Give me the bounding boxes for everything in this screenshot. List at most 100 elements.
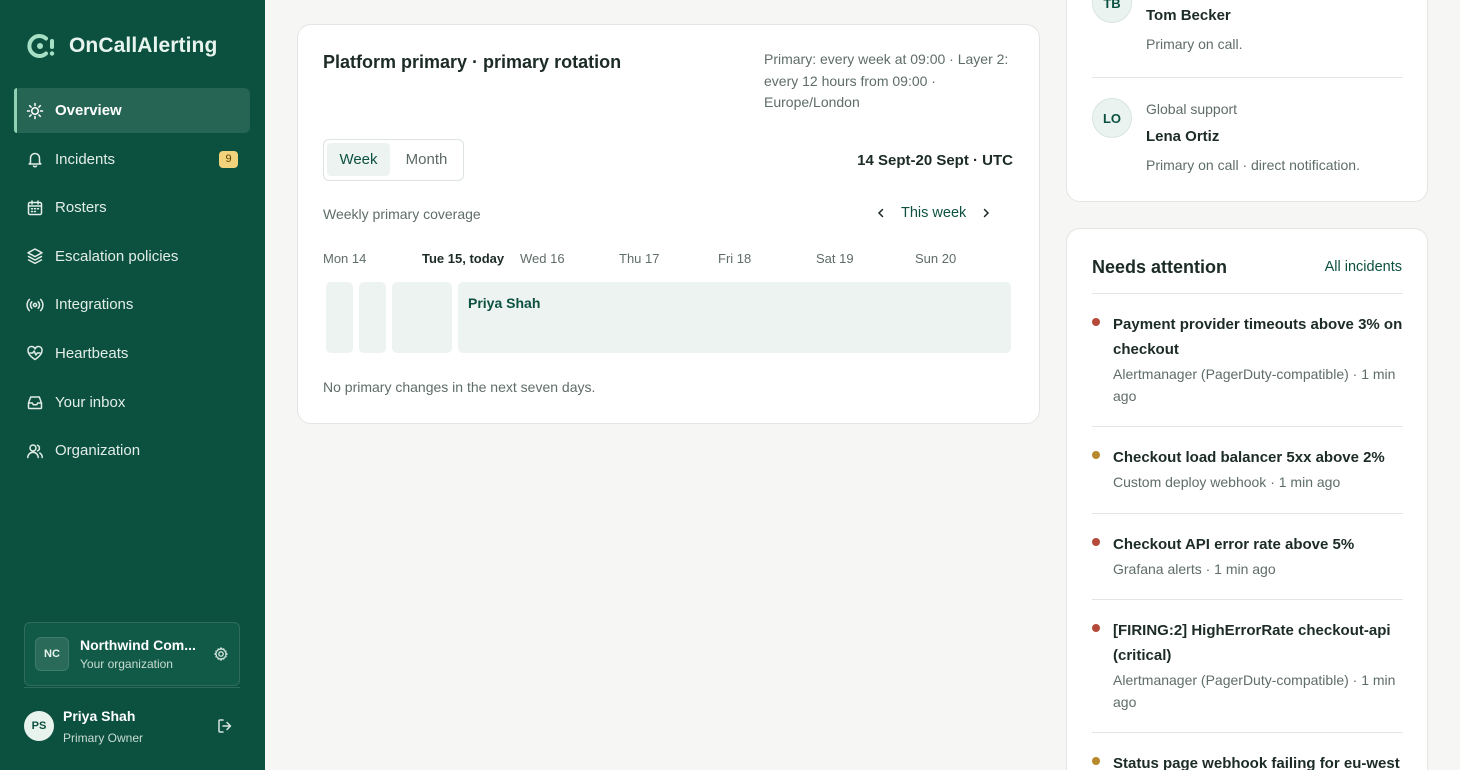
divider xyxy=(1092,426,1403,427)
avatar: TB xyxy=(1092,0,1132,23)
tab-month[interactable]: Month xyxy=(393,143,460,176)
no-changes-note: No primary changes in the next seven day… xyxy=(323,379,596,395)
divider xyxy=(1092,77,1403,78)
heart-pulse-icon xyxy=(26,344,44,362)
incident-source: Alertmanager (PagerDuty-compatible) · 1 … xyxy=(1113,672,1396,710)
avatar: PS xyxy=(24,711,54,741)
nav-item-rosters[interactable]: Rosters xyxy=(14,185,250,230)
chevron-right-icon[interactable] xyxy=(978,205,994,221)
all-incidents-link[interactable]: All incidents xyxy=(1325,259,1402,275)
app-name: OnCallAlerting xyxy=(69,34,218,57)
org-role: Your organization xyxy=(80,657,173,671)
bell-icon xyxy=(26,150,44,168)
on-call-schedule: Global support xyxy=(1146,101,1238,117)
incident-title: Status page webhook failing for eu-west xyxy=(1113,755,1400,770)
nav-label: Heartbeats xyxy=(55,344,129,362)
shift-block-current[interactable]: Priya Shah xyxy=(458,282,1011,353)
on-call-name[interactable]: Lena Ortiz xyxy=(1146,128,1219,145)
nav-item-heartbeats[interactable]: Heartbeats xyxy=(14,331,250,376)
nav-label: Integrations xyxy=(55,296,134,314)
on-call-note: Primary on call · direct notification. xyxy=(1146,157,1360,173)
sun-icon xyxy=(26,102,44,120)
severity-dot xyxy=(1092,538,1100,546)
divider xyxy=(1092,293,1403,294)
divider xyxy=(1092,513,1403,514)
nav-item-integrations[interactable]: Integrations xyxy=(14,282,250,327)
nav-label: Your inbox xyxy=(55,393,126,411)
org-avatar: NC xyxy=(35,637,69,671)
on-call-name[interactable]: Tom Becker xyxy=(1146,7,1231,24)
user-name: Priya Shah xyxy=(63,707,136,724)
nav-item-incidents[interactable]: Incidents 9 xyxy=(14,137,250,182)
incident-title: Payment provider timeouts above 3% on ch… xyxy=(1113,316,1403,358)
day-label: Sat 19 xyxy=(816,251,854,266)
calendar-icon xyxy=(26,199,44,217)
user-menu[interactable]: PS Priya Shah Primary Owner xyxy=(24,700,240,752)
on-call-note: Primary on call. xyxy=(1146,36,1243,52)
avatar: LO xyxy=(1092,98,1132,138)
brand[interactable]: OnCallAlerting xyxy=(25,32,217,60)
nav-label: Incidents xyxy=(55,150,116,168)
severity-dot xyxy=(1092,624,1100,632)
coverage-label: Weekly primary coverage xyxy=(323,206,481,222)
on-call-card: TB Tom Becker Primary on call. LO Global… xyxy=(1066,0,1428,202)
this-week-button[interactable]: This week xyxy=(901,205,966,221)
incident-title: Checkout API error rate above 5% xyxy=(1113,536,1355,553)
broadcast-icon xyxy=(26,296,44,314)
divider xyxy=(1092,732,1403,733)
incident-title: Checkout load balancer 5xx above 2% xyxy=(1113,449,1385,466)
severity-dot xyxy=(1092,318,1100,326)
rotation-card: Platform primary · primary rotation Prim… xyxy=(297,24,1040,424)
incident-item[interactable]: Status page webhook failing for eu-west xyxy=(1092,751,1403,770)
org-name: Northwind Com... xyxy=(80,637,196,653)
severity-dot xyxy=(1092,451,1100,459)
incident-title: [FIRING:2] HighErrorRate checkout-api (c… xyxy=(1113,622,1391,664)
nav-label: Rosters xyxy=(55,199,107,217)
needs-attention-card: Needs attention All incidents Payment pr… xyxy=(1066,228,1428,770)
incidents-count-badge: 9 xyxy=(219,150,238,168)
nav-label: Overview xyxy=(55,102,122,119)
main-nav: Overview Incidents 9 Rosters Escalation … xyxy=(14,88,250,477)
incident-source: Alertmanager (PagerDuty-compatible) · 1 … xyxy=(1113,366,1396,404)
day-label: Wed 16 xyxy=(520,251,565,266)
view-toggle: Week Month xyxy=(323,139,464,181)
gear-icon[interactable] xyxy=(213,646,229,662)
rotation-schedule: Primary: every week at 09:00 · Layer 2: … xyxy=(764,51,1009,110)
organization-switcher[interactable]: NC Northwind Com... Your organization xyxy=(24,622,240,686)
logout-icon[interactable] xyxy=(216,717,234,735)
nav-item-overview[interactable]: Overview xyxy=(14,88,250,133)
incident-item[interactable]: Payment provider timeouts above 3% on ch… xyxy=(1092,312,1403,407)
nav-label: Organization xyxy=(55,442,141,460)
incident-item[interactable]: [FIRING:2] HighErrorRate checkout-api (c… xyxy=(1092,618,1403,713)
sidebar: OnCallAlerting Overview Incidents 9 Rost… xyxy=(0,0,265,770)
severity-dot xyxy=(1092,757,1100,765)
incident-source: Grafana alerts · 1 min ago xyxy=(1113,561,1276,577)
day-label: Mon 14 xyxy=(323,251,367,266)
day-label: Fri 18 xyxy=(718,251,752,266)
chevron-left-icon[interactable] xyxy=(873,205,889,221)
day-label: Sun 20 xyxy=(915,251,957,266)
shift-block[interactable] xyxy=(326,282,353,353)
incident-item[interactable]: Checkout API error rate above 5% Grafana… xyxy=(1092,532,1403,580)
nav-item-your-inbox[interactable]: Your inbox xyxy=(14,380,250,425)
shift-block[interactable] xyxy=(392,282,452,353)
date-range: 14 Sept-20 Sept · UTC xyxy=(857,152,1013,169)
users-icon xyxy=(26,442,44,460)
incident-source: Custom deploy webhook · 1 min ago xyxy=(1113,474,1341,490)
shift-assignee: Priya Shah xyxy=(468,295,541,311)
nav-label: Escalation policies xyxy=(55,247,179,265)
shift-block[interactable] xyxy=(359,282,386,353)
layers-icon xyxy=(26,247,44,265)
tab-week[interactable]: Week xyxy=(327,143,390,176)
incident-item[interactable]: Checkout load balancer 5xx above 2% Cust… xyxy=(1092,445,1403,493)
nav-item-organization[interactable]: Organization xyxy=(14,428,250,473)
nav-item-escalation-policies[interactable]: Escalation policies xyxy=(14,234,250,279)
day-label: Thu 17 xyxy=(619,251,660,266)
week-navigator: This week xyxy=(873,205,994,221)
user-role: Primary Owner xyxy=(63,730,144,745)
divider xyxy=(1092,599,1403,600)
inbox-icon xyxy=(26,393,44,411)
day-label-today: Tue 15, today xyxy=(422,251,505,266)
logo-icon xyxy=(25,32,59,60)
rotation-title: Platform primary · primary rotation xyxy=(323,52,622,72)
